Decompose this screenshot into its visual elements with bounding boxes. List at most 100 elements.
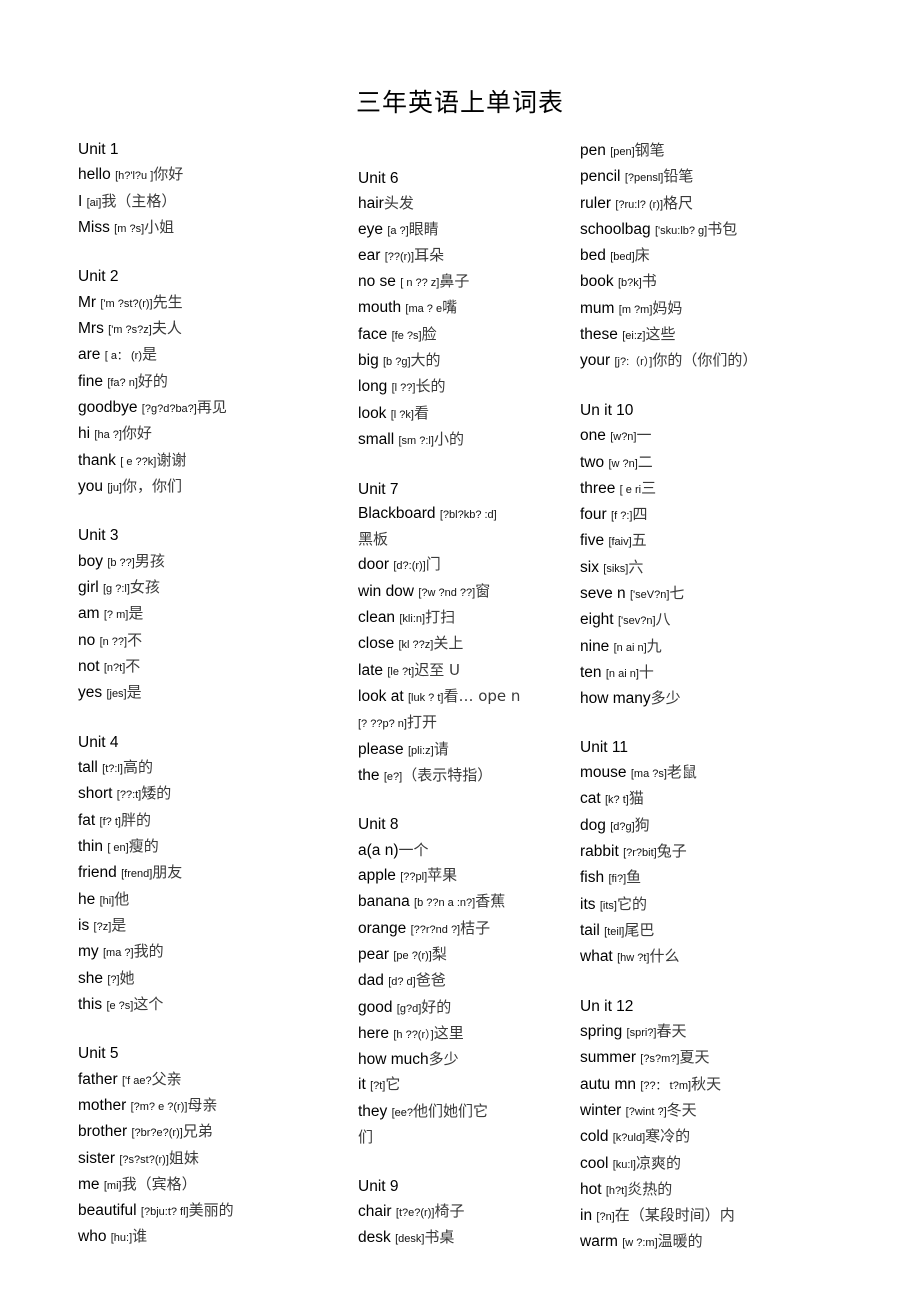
entry-pronunciation: [g ?:l] [102,583,130,596]
word-entry: my [ma ?]我的 [78,939,328,965]
entry-translation: 书桌 [424,1228,455,1247]
entry-word: friend [78,864,117,882]
entry-translation: 你的（你们的） [652,351,758,370]
word-entry: door [d?:(r)]门 [358,552,598,578]
entry-translation: 铅笔 [663,167,694,186]
entry-pronunciation: [ a： (r) [104,350,142,363]
entry-translation: 是 [128,604,144,623]
entry-pronunciation: [hi] [99,894,115,907]
word-entry: hi [ha ?]你好 [78,421,328,447]
entry-pronunciation: [kl ??z] [398,639,434,652]
entry-pronunciation: [bed] [610,251,635,264]
word-entry: brother [?br?e?(r)]兄弟 [78,1119,328,1145]
word-entry: are [ a： (r)是 [78,342,328,368]
entry-translation: 鱼 [626,868,642,887]
entry-pronunciation: [n ai n] [613,641,647,654]
entry-pronunciation: [??： t?m] [640,1079,692,1092]
entry-pronunciation: [n?t] [103,661,126,674]
entry-word: winter [580,1101,622,1119]
entry-pronunciation: [pli:z] [408,744,434,757]
entry-pronunciation: [?z] [93,920,112,933]
entry-pronunciation: [j?:（r）] [614,356,653,369]
unit-heading: Unit 9 [358,1177,399,1195]
word-entry: your [j?:（r）]你的（你们的） [580,348,890,374]
entry-pronunciation: [n ??] [99,635,128,648]
word-entry: cat [k? t]猫 [580,786,890,812]
word-entry: a(a n)一个 [358,838,598,863]
entry-translation: 再见 [196,397,227,416]
entry-word: tall [78,759,98,777]
entry-pronunciation: [?wint ?] [625,1105,667,1118]
entry-translation: 我（宾格） [121,1174,197,1193]
word-entry: she [?]她 [78,966,328,992]
entry-translation: 是 [142,345,158,364]
entry-word: eye [358,220,383,238]
entry-pronunciation: [?w ?nd ??] [418,586,476,599]
entry-pronunciation: [l ?k] [390,408,414,421]
entry-translation: 兔子 [656,842,687,861]
entry-pronunciation: [??pl] [400,871,428,884]
entry-pronunciation: ['sev?n] [617,615,656,628]
entry-word: cool [580,1154,609,1172]
word-entry: eye [a ?]眼睛 [358,217,598,243]
unit-heading: Unit 1 [78,141,119,158]
entry-translation: 在（某段时间）内 [614,1206,735,1225]
entry-translation: 你好 [121,424,152,443]
word-entry: long [l ??]长的 [358,374,598,400]
entry-word: dad [358,972,384,990]
word-entry: thin [ en]瘦的 [78,834,328,860]
entry-translation: 脸 [421,324,437,343]
word-entry: Mr ['m ?st?(r)]先生 [78,290,328,316]
entry-word: book [580,273,614,291]
entry-translation: 美丽的 [188,1201,234,1220]
entry-pronunciation: [?r?bit] [623,847,657,860]
word-entry: good [g?d]好的 [358,995,598,1021]
entry-pronunciation: [k? t] [605,794,629,807]
word-entry: ten [n ai n]十 [580,660,890,686]
unit-heading: Unit 11 [580,738,628,756]
entry-word: your [580,352,611,370]
entry-translation: 十 [638,662,654,681]
entry-word: Mr [78,293,97,311]
entry-translation: 好的 [137,371,168,390]
entry-word: look at [358,687,404,705]
word-entry: these [ei:z]这些 [580,322,890,348]
entry-pronunciation: [pe ?(r)] [393,949,432,962]
entry-translation: 这个 [133,994,164,1013]
entry-pronunciation: [ei:z] [622,330,646,343]
word-entry: eight ['sev?n]八 [580,607,890,633]
entry-pronunciation: [fi?] [608,873,627,886]
entry-translation: 多少 [650,689,681,708]
entry-translation: 寒冷的 [645,1127,691,1146]
entry-pronunciation: [a ?] [387,224,409,237]
word-entry: warm [w ?:m]温暖的 [580,1229,890,1255]
word-entry: nine [n ai n]九 [580,634,890,660]
entry-translation: 窗 [475,581,491,600]
entry-translation: 父亲 [151,1069,182,1088]
entry-pronunciation: [f? t] [99,815,121,828]
entry-word: door [358,556,390,574]
entry-translation: 矮的 [141,784,172,803]
entry-translation: 是 [111,915,127,934]
word-entry: how much多少 [358,1047,598,1072]
entry-pronunciation: [kli:n] [399,613,426,626]
entry-translation: 长的 [415,377,446,396]
entry-translation: 谢谢 [156,450,187,469]
page-title: 三年英语上单词表 [355,88,564,117]
word-entry: girl [g ?:l]女孩 [78,575,328,601]
unit-heading: Unit 7 [358,480,399,498]
entry-pronunciation: [ e ??k] [120,455,157,468]
entry-word: two [580,453,605,471]
word-entry: the [e?]（表示特指） [358,763,598,789]
word-entry: this [e ?s]这个 [78,992,328,1018]
word-entry: seve n ['seV?n]七 [580,581,890,607]
entry-translation: 大的 [410,351,441,370]
entry-pronunciation: [m ?s] [114,222,145,235]
word-entry: book [b?k]书 [580,269,890,295]
entry-translation: 格尺 [663,193,694,212]
